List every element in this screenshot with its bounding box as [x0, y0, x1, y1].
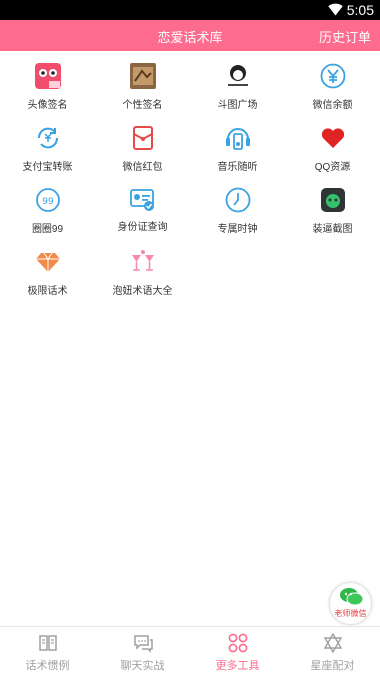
red-envelope-icon	[133, 126, 153, 150]
tool-circle-99[interactable]: 99 圈圈99	[0, 175, 95, 237]
chat-icon	[134, 635, 153, 653]
avatar-sticker-icon	[35, 63, 61, 89]
nav-label: 更多工具	[215, 660, 260, 672]
nav-label: 星座配对	[310, 660, 355, 672]
nav-tab-chat-practice[interactable]: 聊天实战	[95, 627, 190, 675]
tool-label: QQ资源	[314, 162, 351, 173]
teacher-wechat-label: 老师微信	[334, 609, 367, 618]
tool-extreme-pickup-lines[interactable]: 极限话术	[0, 237, 95, 299]
nav-tab-pickup-routines[interactable]: 话术惯例	[0, 627, 95, 675]
tool-label: 圈圈99	[31, 224, 64, 235]
teacher-wechat-button[interactable]: 老师微信	[329, 582, 372, 625]
app-bar: 恋爱话术库 历史订单	[0, 20, 380, 51]
tool-exclusive-clock[interactable]: 专属时钟	[190, 175, 285, 237]
diamond-icon	[36, 252, 60, 272]
tool-wechat-red-envelope[interactable]: 微信红包	[95, 113, 190, 175]
nav-label: 话术惯例	[25, 660, 70, 672]
tool-label: 专属时钟	[217, 224, 258, 235]
clock-icon	[225, 187, 251, 213]
tool-label: 斗图广场	[217, 100, 258, 111]
tool-label: 极限话术	[27, 286, 68, 297]
tool-fake-screenshot[interactable]: 装逼截图	[285, 175, 380, 237]
tool-label: 装逼截图	[312, 224, 353, 235]
tool-wechat-balance[interactable]: 微信余额	[285, 51, 380, 113]
tool-meme-square[interactable]: 斗图广场	[190, 51, 285, 113]
tool-avatar-signature[interactable]: 头像签名	[0, 51, 95, 113]
status-bar: 5:05	[0, 0, 380, 20]
star-of-david-icon	[323, 633, 343, 653]
alipay-transfer-icon	[37, 127, 59, 149]
book-icon	[39, 635, 57, 651]
tool-label: 泡妞术语大全	[112, 286, 173, 297]
tool-label: 微信余额	[312, 100, 353, 111]
signature-photo-icon	[130, 63, 156, 89]
order-history-button[interactable]: 历史订单	[319, 27, 371, 46]
tool-id-card-lookup[interactable]: 身份证查询	[95, 175, 190, 237]
nav-tab-zodiac-match[interactable]: 星座配对	[285, 627, 380, 675]
wechat-icon	[340, 588, 364, 606]
nav-tab-more-tools[interactable]: 更多工具	[190, 627, 285, 675]
tool-flirting-terms[interactable]: 泡妞术语大全	[95, 237, 190, 299]
yen-icon	[320, 63, 346, 89]
id-card-icon	[130, 189, 154, 211]
tool-qq-resources[interactable]: QQ资源	[285, 113, 380, 175]
tool-music-player[interactable]: 音乐随听	[190, 113, 285, 175]
tool-label: 身份证查询	[117, 222, 168, 233]
tool-custom-signature[interactable]: 个性签名	[95, 51, 190, 113]
heart-icon	[321, 128, 345, 148]
status-time: 5:05	[346, 2, 374, 18]
screenshot-app-icon	[321, 188, 345, 212]
meme-icon	[228, 65, 248, 86]
grid-circles-icon	[228, 633, 248, 653]
tool-label: 微信红包	[122, 162, 163, 173]
nav-label: 聊天实战	[120, 660, 165, 672]
circle-99-icon: 99	[36, 188, 60, 212]
svg-text:99: 99	[42, 197, 54, 207]
music-player-icon	[226, 128, 250, 150]
tool-alipay-transfer[interactable]: 支付宝转账	[0, 113, 95, 175]
tool-label: 个性签名	[122, 100, 163, 111]
tool-label: 支付宝转账	[22, 162, 73, 173]
cocktail-icon	[132, 250, 154, 271]
tool-label: 音乐随听	[217, 162, 258, 173]
tool-label: 头像签名	[27, 100, 68, 111]
wifi-icon	[328, 3, 343, 16]
bottom-nav: 话术惯例 聊天实战 更多工具 星座配对	[0, 626, 380, 675]
